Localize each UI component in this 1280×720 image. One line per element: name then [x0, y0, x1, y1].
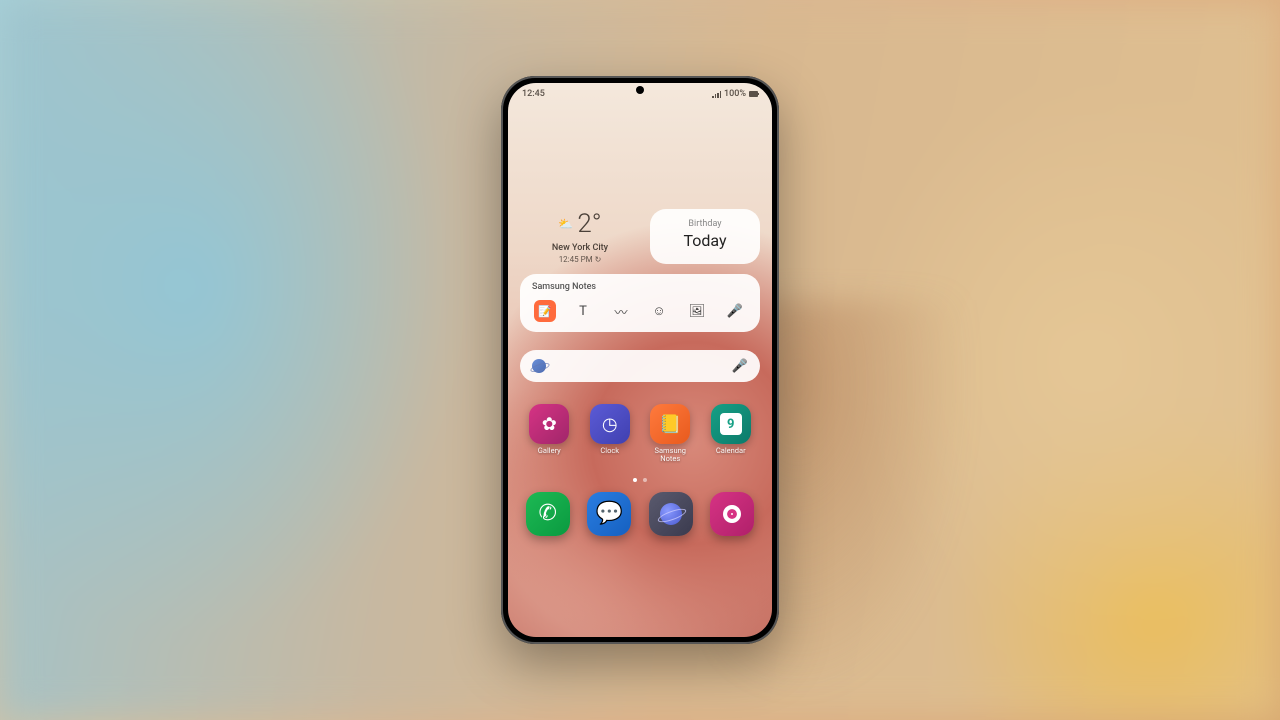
- battery-icon: [749, 91, 758, 97]
- page-indicator[interactable]: [520, 478, 760, 482]
- clock-icon: ◷: [590, 404, 630, 444]
- weather-temperature: 2°: [577, 209, 601, 239]
- handwriting-icon[interactable]: 〰: [610, 300, 632, 322]
- home-app-grid: ✿ Gallery ◷ Clock 📒 Samsung Notes 9 Cale…: [520, 404, 760, 464]
- internet-search-icon: [532, 359, 546, 373]
- app-gallery[interactable]: ✿ Gallery: [524, 404, 575, 464]
- app-clock[interactable]: ◷ Clock: [585, 404, 636, 464]
- weather-widget[interactable]: ⛅ 2° New York City 12:45 PM ↻: [520, 209, 640, 264]
- dock-camera[interactable]: [707, 492, 759, 536]
- weather-updated-time: 12:45 PM ↻: [520, 255, 640, 264]
- app-calendar[interactable]: 9 Calendar: [706, 404, 757, 464]
- dock: ✆ 💬: [508, 492, 772, 550]
- dock-phone[interactable]: ✆: [522, 492, 574, 536]
- camera-icon: [710, 492, 754, 536]
- voice-note-icon[interactable]: 🎤: [724, 300, 746, 322]
- text-note-icon[interactable]: T: [572, 300, 594, 322]
- app-samsung-notes[interactable]: 📒 Samsung Notes: [645, 404, 696, 464]
- signal-icon: [712, 91, 721, 98]
- drawing-icon[interactable]: ☺: [648, 300, 670, 322]
- voice-search-icon[interactable]: 🎤: [732, 359, 748, 374]
- app-label: Samsung Notes: [645, 447, 696, 464]
- weather-city: New York City: [520, 243, 640, 253]
- messages-icon: 💬: [587, 492, 631, 536]
- gallery-icon: ✿: [529, 404, 569, 444]
- phone-frame: 12:45 100% ⛅ 2° New York City 12:45 PM ↻: [501, 76, 779, 644]
- status-time: 12:45: [522, 89, 545, 99]
- front-camera-punch-hole: [636, 86, 644, 94]
- dock-messages[interactable]: 💬: [584, 492, 636, 536]
- browser-icon: [649, 492, 693, 536]
- page-dot: [643, 478, 647, 482]
- finder-search-bar[interactable]: 🎤: [520, 350, 760, 382]
- dock-internet[interactable]: [645, 492, 697, 536]
- new-note-icon[interactable]: 📝: [534, 300, 556, 322]
- app-label: Clock: [585, 447, 636, 455]
- notes-app-icon: 📒: [650, 404, 690, 444]
- page-dot-active: [633, 478, 637, 482]
- phone-screen[interactable]: 12:45 100% ⛅ 2° New York City 12:45 PM ↻: [508, 83, 772, 637]
- notes-widget-title: Samsung Notes: [532, 282, 748, 292]
- phone-icon: ✆: [526, 492, 570, 536]
- samsung-notes-widget[interactable]: Samsung Notes 📝 T 〰 ☺ 🖼 🎤: [520, 274, 760, 332]
- battery-percent: 100%: [724, 89, 746, 99]
- calendar-icon: 9: [711, 404, 751, 444]
- weather-condition-icon: ⛅: [558, 217, 573, 231]
- image-note-icon[interactable]: 🖼: [686, 300, 708, 322]
- calendar-widget[interactable]: Birthday Today: [650, 209, 760, 264]
- app-label: Gallery: [524, 447, 575, 455]
- app-label: Calendar: [706, 447, 757, 455]
- calendar-event-when: Today: [662, 231, 748, 250]
- calendar-event-title: Birthday: [662, 219, 748, 229]
